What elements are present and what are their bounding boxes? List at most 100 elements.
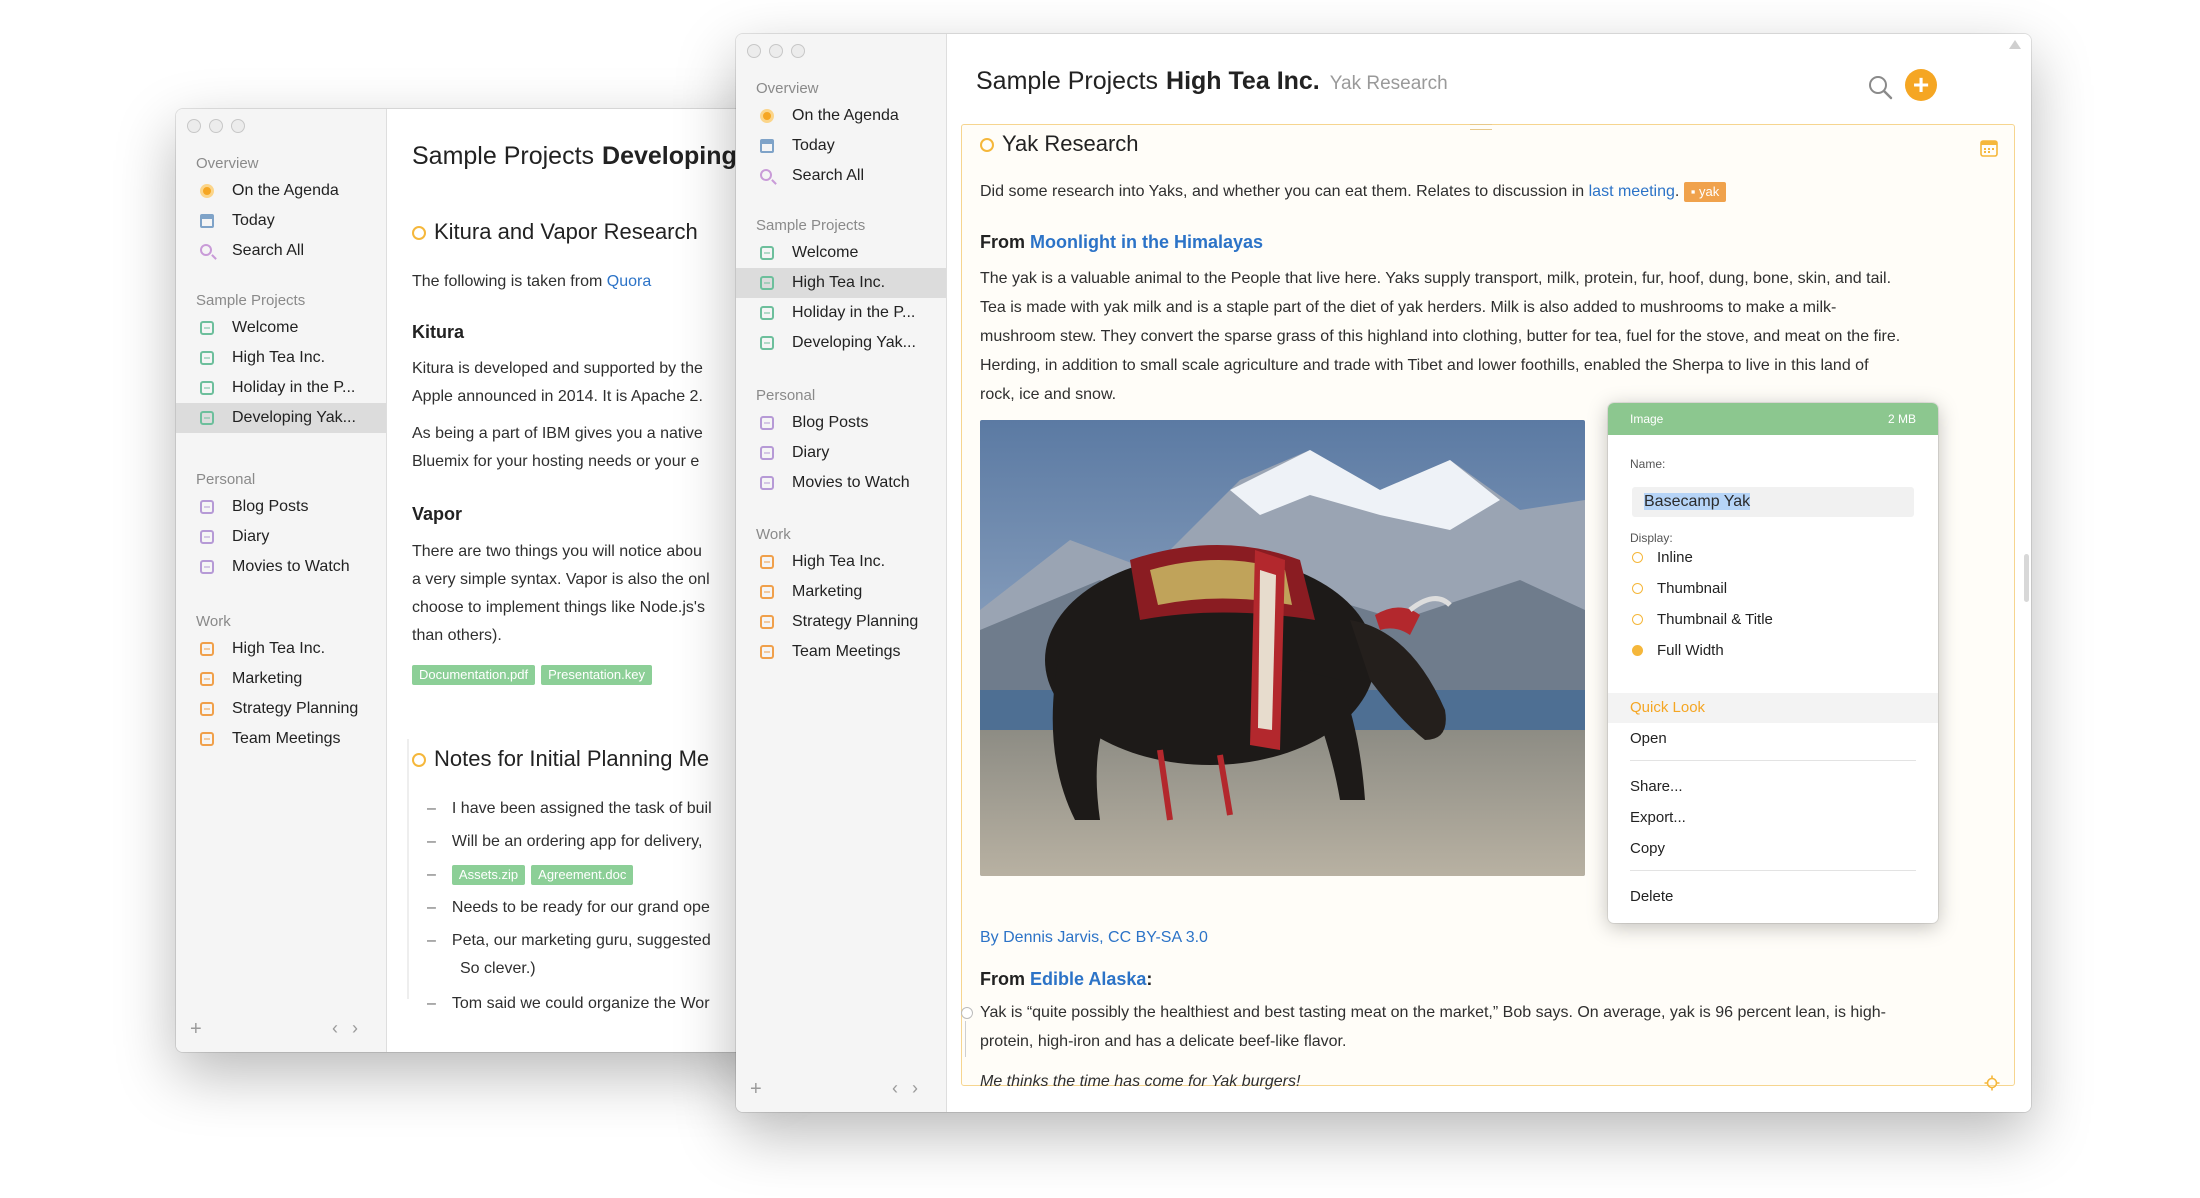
display-option-full-width[interactable]: Full Width xyxy=(1632,642,1724,659)
window-controls[interactable] xyxy=(187,119,245,133)
sidebar-item-high-tea[interactable]: High Tea Inc. xyxy=(176,343,386,373)
history-nav[interactable]: ‹› xyxy=(332,1018,372,1039)
close-button[interactable] xyxy=(187,119,201,133)
drag-handle[interactable] xyxy=(1470,124,1492,130)
attachment-chip[interactable]: Presentation.key xyxy=(541,665,652,685)
close-button[interactable] xyxy=(747,44,761,58)
sidebar-item-movies[interactable]: Movies to Watch xyxy=(176,552,386,582)
todo-ring-icon[interactable] xyxy=(412,753,426,767)
paragraph-line: Herding, in addition to small scale agri… xyxy=(980,357,1869,374)
window-controls[interactable] xyxy=(747,44,805,58)
sidebar-item-team-meetings[interactable]: Team Meetings xyxy=(736,637,946,667)
quote-marker xyxy=(961,1007,973,1019)
crumb-project[interactable]: Sample Projects xyxy=(976,67,1158,95)
sidebar-item-high-tea-work[interactable]: High Tea Inc. xyxy=(176,634,386,664)
sidebar-item-welcome[interactable]: Welcome xyxy=(736,238,946,268)
display-option-inline[interactable]: Inline xyxy=(1632,549,1693,566)
paragraph-line: Tea is made with yak milk and is a stapl… xyxy=(980,299,1837,316)
sidebar-item-today[interactable]: Today xyxy=(176,206,386,236)
sidebar-item-movies[interactable]: Movies to Watch xyxy=(736,468,946,498)
calendar-icon xyxy=(760,139,774,153)
edible-alaska-link[interactable]: Edible Alaska xyxy=(1030,969,1146,989)
sidebar-item-welcome[interactable]: Welcome xyxy=(176,313,386,343)
display-option-thumbnail-title[interactable]: Thumbnail & Title xyxy=(1632,611,1773,628)
display-option-thumbnail[interactable]: Thumbnail xyxy=(1632,580,1727,597)
gear-icon[interactable] xyxy=(1984,1075,2000,1091)
menu-item-delete[interactable]: Delete xyxy=(1608,882,1938,912)
section-header: Sample Projects xyxy=(196,292,306,309)
breadcrumb: Sample Projects High Tea Inc. Yak Research xyxy=(976,67,1448,96)
history-nav[interactable]: ‹› xyxy=(892,1078,932,1099)
menu-item-open[interactable]: Open xyxy=(1608,724,1938,754)
sidebar-item-high-tea-work[interactable]: High Tea Inc. xyxy=(736,547,946,577)
zoom-button[interactable] xyxy=(231,119,245,133)
quora-link[interactable]: Quora xyxy=(607,273,651,290)
sidebar-item-blog-posts[interactable]: Blog Posts xyxy=(736,408,946,438)
caption-link[interactable]: By Dennis Jarvis, CC BY-SA 3.0 xyxy=(980,929,1208,946)
document-icon xyxy=(200,560,214,574)
moonlight-link[interactable]: Moonlight in the Himalayas xyxy=(1030,232,1263,252)
vapor-line: than others). xyxy=(412,627,502,644)
sidebar-item-today[interactable]: Today xyxy=(736,131,946,161)
sample-projects-section: Sample Projects Welcome High Tea Inc. Ho… xyxy=(736,214,946,358)
sidebar-item-holiday[interactable]: Holiday in the P... xyxy=(736,298,946,328)
radio-icon xyxy=(1632,552,1643,563)
menu-item-copy[interactable]: Copy xyxy=(1608,834,1938,864)
document-icon xyxy=(760,276,774,290)
minimize-button[interactable] xyxy=(769,44,783,58)
menu-item-quick-look[interactable]: Quick Look xyxy=(1608,693,1938,723)
tag-chip[interactable]: ▪ yak xyxy=(1683,182,1727,202)
yak-photo xyxy=(980,420,1585,876)
sidebar-item-marketing[interactable]: Marketing xyxy=(176,664,386,694)
sidebar-item-on-the-agenda[interactable]: On the Agenda xyxy=(736,101,946,131)
sidebar-item-diary[interactable]: Diary xyxy=(176,522,386,552)
add-icon[interactable]: + xyxy=(750,1078,762,1101)
todo-ring-icon[interactable] xyxy=(412,226,426,240)
minimize-button[interactable] xyxy=(209,119,223,133)
menu-item-share[interactable]: Share... xyxy=(1608,772,1938,802)
heading-kitura: Kitura xyxy=(412,322,465,342)
zoom-button[interactable] xyxy=(791,44,805,58)
yak-image[interactable] xyxy=(980,420,1585,876)
sidebar-item-strategy[interactable]: Strategy Planning xyxy=(736,607,946,637)
sidebar-item-search-all[interactable]: Search All xyxy=(176,236,386,266)
document-icon xyxy=(200,530,214,544)
sidebar-item-search-all[interactable]: Search All xyxy=(736,161,946,191)
document-icon xyxy=(760,645,774,659)
personal-section: Personal Blog Posts Diary Movies to Watc… xyxy=(736,384,946,498)
doc-title: Yak Research xyxy=(980,131,1139,157)
image-popover: Image 2 MB Name: Basecamp Yak Display: In… xyxy=(1608,403,1938,923)
agenda-icon xyxy=(760,109,774,123)
todo-ring-icon[interactable] xyxy=(980,138,994,152)
attachment-chip[interactable]: Assets.zip xyxy=(451,865,526,885)
crumb-project[interactable]: Sample Projects xyxy=(412,142,594,170)
sidebar-item-developing-yak[interactable]: Developing Yak... xyxy=(176,403,386,433)
attachment-chip[interactable]: Agreement.doc xyxy=(531,865,634,885)
sidebar-item-on-the-agenda[interactable]: On the Agenda xyxy=(176,176,386,206)
last-meeting-link[interactable]: last meeting xyxy=(1589,183,1675,200)
menu-item-export[interactable]: Export... xyxy=(1608,803,1938,833)
sidebar-item-high-tea[interactable]: High Tea Inc. xyxy=(736,268,946,298)
sidebar-item-team-meetings[interactable]: Team Meetings xyxy=(176,724,386,754)
calendar-icon[interactable] xyxy=(1980,139,1998,157)
add-button[interactable]: + xyxy=(1905,69,1937,101)
add-icon[interactable]: + xyxy=(190,1018,202,1041)
sample-projects-section: Sample Projects Welcome High Tea Inc. Ho… xyxy=(176,289,386,433)
source-heading: From Edible Alaska: xyxy=(980,969,1153,989)
sidebar-item-holiday[interactable]: Holiday in the P... xyxy=(176,373,386,403)
sidebar-item-blog-posts[interactable]: Blog Posts xyxy=(176,492,386,522)
sidebar-item-marketing[interactable]: Marketing xyxy=(736,577,946,607)
name-input[interactable]: Basecamp Yak xyxy=(1632,487,1914,517)
tag-icon: ▪ xyxy=(1690,184,1696,199)
sidebar-item-diary[interactable]: Diary xyxy=(736,438,946,468)
agenda-icon xyxy=(200,184,214,198)
sidebar-footer: + ‹› xyxy=(736,1078,946,1102)
sidebar-item-developing-yak[interactable]: Developing Yak... xyxy=(736,328,946,358)
sidebar-item-strategy[interactable]: Strategy Planning xyxy=(176,694,386,724)
attachment-chip[interactable]: Documentation.pdf xyxy=(412,665,536,685)
image-caption: By Dennis Jarvis, CC BY-SA 3.0 xyxy=(980,923,1208,952)
crumb-page[interactable]: High Tea Inc. xyxy=(1166,67,1320,95)
search-icon[interactable] xyxy=(1867,74,1893,100)
scrollbar[interactable] xyxy=(2024,554,2029,602)
section-header: Overview xyxy=(196,155,259,172)
